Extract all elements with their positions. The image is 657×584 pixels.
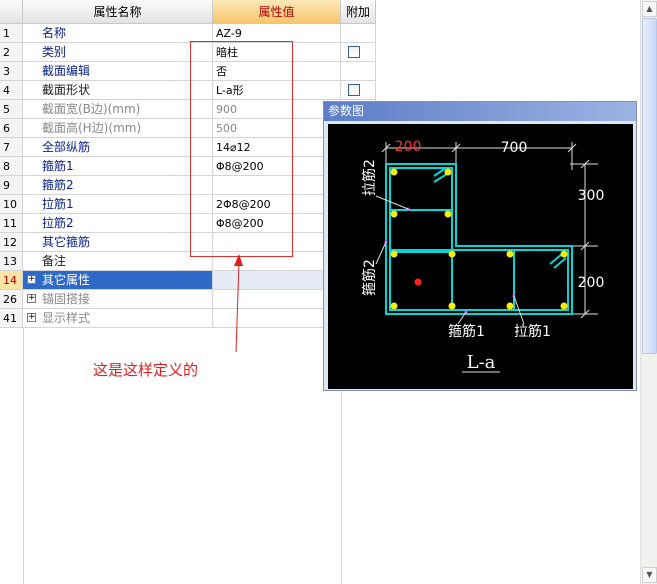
section-outline (385, 163, 573, 315)
shape-label: L-a (467, 352, 496, 373)
scroll-thumb[interactable] (642, 18, 657, 354)
dim-top-right: 700 (501, 140, 528, 156)
label-gujin1: 箍筋1 (448, 323, 485, 340)
extra-cell (341, 62, 376, 81)
l-a-section-diagram: 200 700 300 200 拉筋2 箍筋2 箍筋1 拉筋1 L-a (361, 139, 605, 373)
annotation-note: 这是这样定义的 (93, 361, 199, 379)
extra-cell (341, 24, 376, 43)
leader-markers (384, 207, 516, 314)
center-point (414, 278, 422, 286)
dim-right-upper: 300 (578, 188, 605, 204)
label-gujin2: 箍筋2 (361, 259, 378, 296)
diagram-canvas: 200 700 300 200 拉筋2 箍筋2 箍筋1 拉筋1 L-a (328, 124, 633, 389)
scroll-down-button[interactable]: ▼ (642, 567, 657, 583)
vertical-scrollbar[interactable]: ▲ ▼ (640, 0, 657, 584)
extra-checkbox[interactable] (348, 46, 360, 58)
extra-checkbox[interactable] (348, 84, 360, 96)
scroll-up-button[interactable]: ▲ (642, 1, 657, 17)
leader-lines (375, 195, 525, 373)
label-lajin1: 拉筋1 (514, 323, 551, 340)
rebar-dots (390, 168, 568, 310)
label-lajin2: 拉筋2 (361, 159, 378, 196)
annotation-arrow (234, 254, 243, 353)
dim-top-left: 200 (395, 139, 422, 155)
parameter-diagram-panel: 参数图 200 700 300 200 拉筋2 箍筋2 箍筋1 拉筋1 L-a (323, 101, 637, 391)
extra-column-header[interactable]: 附加 (341, 0, 376, 24)
dim-right-lower: 200 (578, 275, 605, 291)
panel-title: 参数图 (324, 102, 636, 121)
